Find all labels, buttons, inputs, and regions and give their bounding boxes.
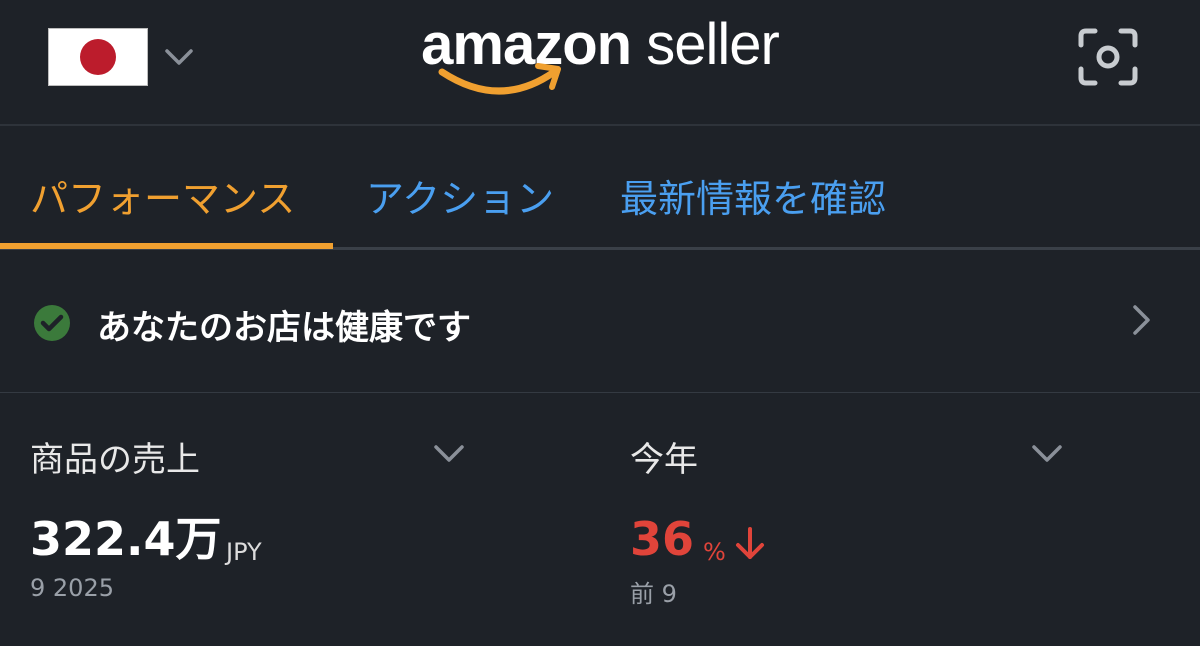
tab-bar: パフォーマンス アクション 最新情報を確認 bbox=[0, 126, 1200, 250]
sales-value: 322.4万 bbox=[30, 512, 222, 566]
amazon-smile-icon bbox=[438, 63, 561, 95]
change-value: 36 bbox=[630, 512, 695, 566]
comparison-period: 前 9 bbox=[630, 580, 677, 608]
logo-light-text: seller bbox=[631, 12, 780, 77]
sales-metric-selector[interactable]: 商品の売上 bbox=[30, 432, 200, 481]
amazon-seller-logo: amazon seller bbox=[0, 16, 1200, 74]
chevron-right-icon bbox=[1133, 305, 1150, 335]
change-percent-unit: % bbox=[703, 538, 726, 566]
tab-latest-updates[interactable]: 最新情報を確認 bbox=[620, 168, 886, 223]
sales-period: 9 2025 bbox=[30, 574, 114, 602]
account-health-row[interactable]: あなたのお店は健康です bbox=[0, 252, 1200, 393]
chevron-down-icon[interactable] bbox=[1030, 436, 1064, 470]
arrow-down-icon bbox=[736, 527, 764, 559]
chevron-down-icon[interactable] bbox=[432, 436, 466, 470]
active-tab-indicator bbox=[0, 243, 333, 249]
scan-camera-icon[interactable] bbox=[1078, 28, 1138, 86]
health-status-text: あなたのお店は健康です bbox=[97, 308, 471, 348]
check-circle-icon bbox=[34, 305, 70, 341]
sales-currency: JPY bbox=[226, 538, 262, 566]
tab-actions[interactable]: アクション bbox=[366, 168, 554, 223]
period-selector[interactable]: 今年 bbox=[630, 432, 698, 481]
tab-performance[interactable]: パフォーマンス bbox=[30, 168, 295, 223]
app-header: amazon seller bbox=[0, 0, 1200, 126]
